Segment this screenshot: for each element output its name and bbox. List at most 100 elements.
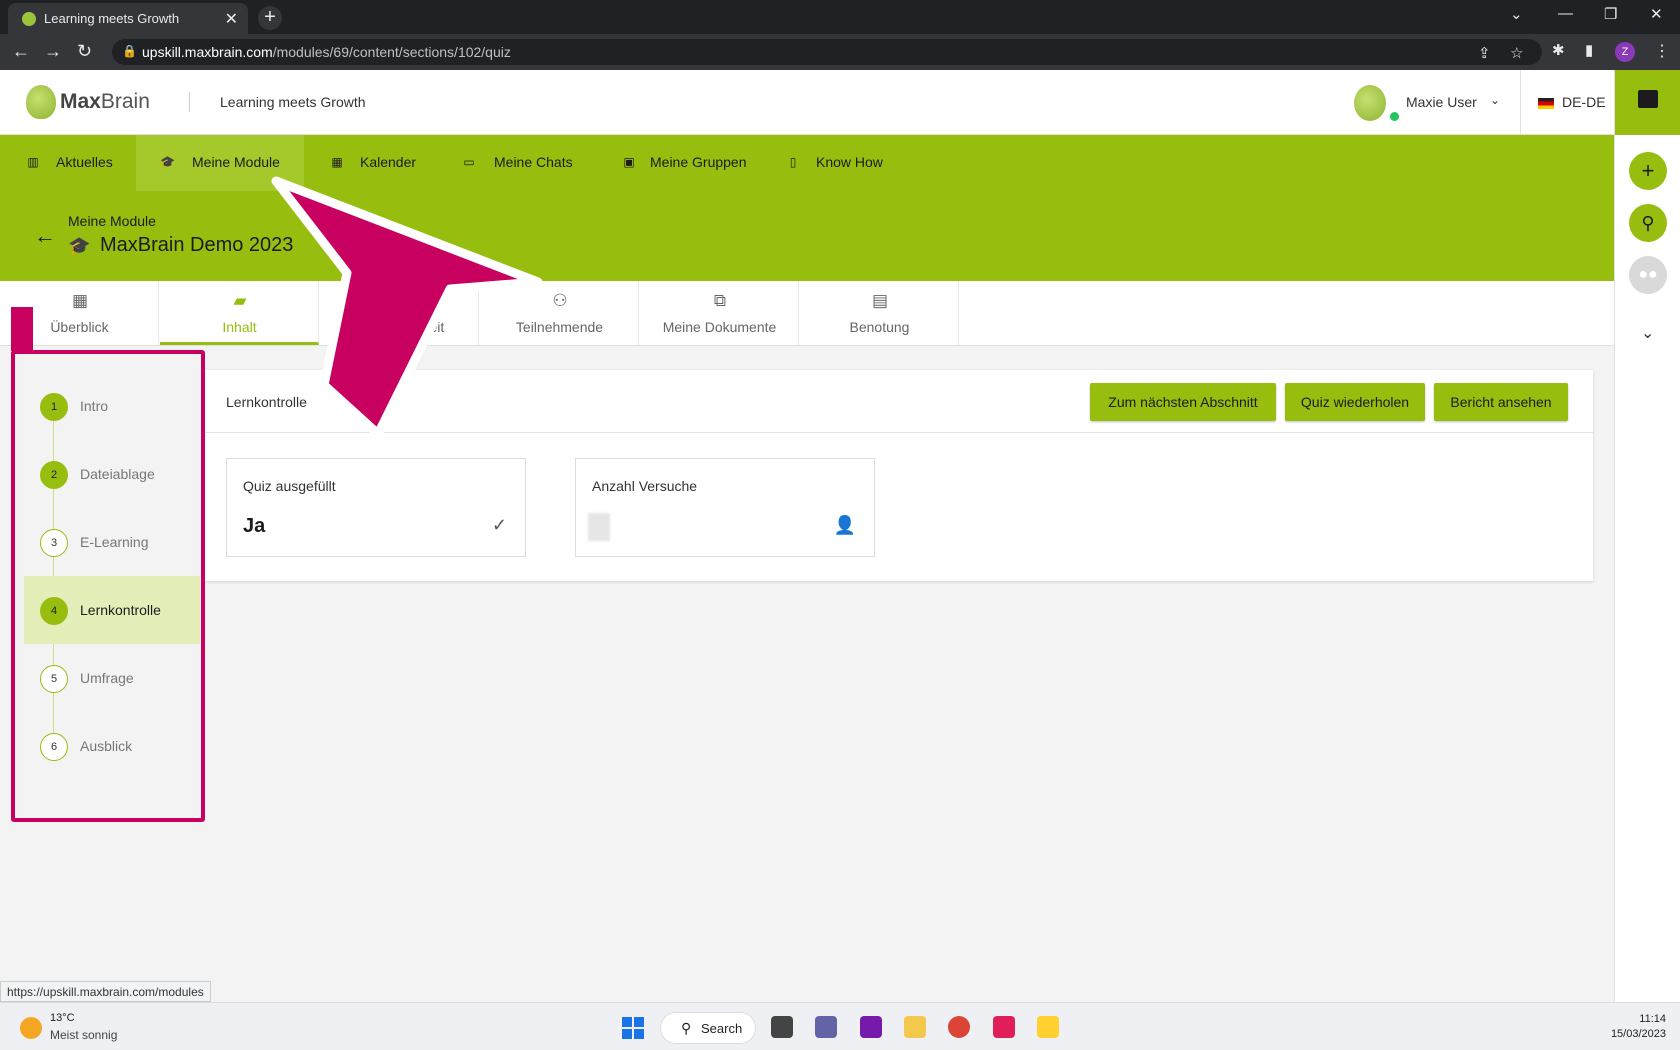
tab-label: Benotung xyxy=(849,319,910,335)
user-name[interactable]: Maxie User xyxy=(1406,94,1477,110)
browser-tab-strip: Learning meets Growth ✕ + ⌄ — ❐ ✕ xyxy=(0,0,1680,34)
back-icon[interactable]: ← xyxy=(12,41,30,62)
back-arrow-icon[interactable]: ← xyxy=(34,223,56,249)
share-icon[interactable]: ⇪ xyxy=(1478,44,1491,62)
quiz-completed-stat: Quiz ausgefüllt Ja ✓ xyxy=(226,458,526,557)
tab-label: Teilnehmende xyxy=(515,319,604,335)
tagline: Learning meets Growth xyxy=(220,94,366,110)
repeat-quiz-button[interactable]: Quiz wiederholen xyxy=(1285,383,1425,421)
annotation-tab xyxy=(11,307,33,351)
windows-start-icon[interactable] xyxy=(622,1017,644,1039)
nav-label: Aktuelles xyxy=(56,154,113,170)
tab-gruppenarbeit[interactable]: ◎ Gruppenarbeit xyxy=(320,281,479,345)
task-view-icon[interactable] xyxy=(771,1016,793,1038)
book-icon: ▯ xyxy=(789,155,797,169)
stat-value: Ja xyxy=(243,515,266,537)
chevron-down-icon[interactable]: ⌄ xyxy=(1490,93,1500,107)
view-report-button[interactable]: Bericht ansehen xyxy=(1434,383,1568,421)
card-header: Lernkontrolle Zum nächsten Abschnitt Qui… xyxy=(205,370,1593,433)
taskbar: 13°C Meist sonnig ⚲ Search 11:14 15/03/2… xyxy=(0,1002,1680,1050)
search-label: Search xyxy=(701,1021,743,1036)
next-section-button[interactable]: Zum nächsten Abschnitt xyxy=(1090,383,1276,421)
temperature: 13°C xyxy=(50,1012,75,1024)
slack-icon[interactable] xyxy=(993,1016,1015,1038)
maximize-icon[interactable]: ❐ xyxy=(1604,5,1617,23)
nav-item-aktuelles[interactable]: ▥ Aktuelles xyxy=(0,135,130,191)
stat-label: Anzahl Versuche xyxy=(592,478,698,494)
avatar[interactable] xyxy=(1354,85,1386,121)
tab-teilnehmende[interactable]: ⚇ Teilnehmende xyxy=(480,281,639,345)
new-tab-button[interactable]: + xyxy=(258,6,282,30)
window-close-icon[interactable]: ✕ xyxy=(1650,5,1663,23)
profile-avatar[interactable]: Z xyxy=(1615,42,1635,62)
nav-label: Know How xyxy=(816,154,883,170)
search-icon: ⚲ xyxy=(681,1020,692,1036)
section-title: Lernkontrolle xyxy=(226,394,307,410)
close-tab-icon[interactable]: ✕ xyxy=(225,9,238,29)
onenote-icon[interactable] xyxy=(860,1016,882,1038)
people-icon: ⚇ xyxy=(552,291,568,310)
nav-item-know-how[interactable]: ▯ Know How xyxy=(776,135,906,191)
favicon-icon xyxy=(22,12,36,26)
chat-toggle-button[interactable] xyxy=(1615,70,1680,135)
module-banner: ← Meine Module 🎓 MaxBrain Demo 2023 xyxy=(0,191,1614,281)
right-rail: + ⚲ ●● ⌄ xyxy=(1614,70,1680,1002)
search-icon[interactable]: ⚲ xyxy=(1629,204,1667,242)
nav-label: Meine Module xyxy=(192,154,280,170)
logo-brain: Brain xyxy=(100,90,150,113)
lock-icon: 🔒 xyxy=(122,44,137,58)
german-flag-icon xyxy=(1538,98,1554,109)
url-path: /modules/69/content/sections/102/quiz xyxy=(272,44,511,60)
teams-icon[interactable] xyxy=(815,1016,837,1038)
browser-tab-title: Learning meets Growth xyxy=(44,11,180,26)
url-text: upskill.maxbrain.com/modules/69/content/… xyxy=(142,44,511,60)
tab-inhalt[interactable]: ▰ Inhalt xyxy=(160,281,319,345)
miro-icon[interactable] xyxy=(1037,1016,1059,1038)
bookmark-star-icon[interactable]: ☆ xyxy=(1510,44,1523,62)
tab-label: Meine Dokumente xyxy=(662,319,777,335)
graduation-cap-icon: 🎓 xyxy=(68,236,91,256)
nav-label: Meine Chats xyxy=(494,154,573,170)
nav-item-meine-chats[interactable]: ▭ Meine Chats xyxy=(452,135,592,191)
chevron-down-icon[interactable]: ⌄ xyxy=(1641,323,1654,343)
tab-search-icon[interactable]: ⌄ xyxy=(1510,5,1523,23)
main-navigation: ▥ Aktuelles 🎓 Meine Module ▦ Kalender ▭ … xyxy=(0,135,1614,191)
reload-icon[interactable]: ↻ xyxy=(77,41,92,62)
nav-label: Kalender xyxy=(360,154,417,170)
nav-item-meine-module[interactable]: 🎓 Meine Module xyxy=(136,135,304,191)
nav-label: Meine Gruppen xyxy=(650,154,747,170)
chat-icon: ▭ xyxy=(463,155,475,169)
groups-icon: ▣ xyxy=(623,155,635,169)
quiz-result-card: Lernkontrolle Zum nächsten Abschnitt Qui… xyxy=(205,370,1593,581)
tab-benotung[interactable]: ▤ Benotung xyxy=(800,281,959,345)
url-host: upskill.maxbrain.com xyxy=(142,44,273,60)
add-button[interactable]: + xyxy=(1629,152,1667,190)
file-explorer-icon[interactable] xyxy=(904,1016,926,1038)
logo-text[interactable]: MaxBrain xyxy=(60,90,150,114)
tab-meine-dokumente[interactable]: ⧉ Meine Dokumente xyxy=(640,281,799,345)
person-icon: 👤 xyxy=(833,515,856,535)
weather-description: Meist sonnig xyxy=(50,1028,118,1042)
weather-sun-icon[interactable] xyxy=(20,1017,42,1039)
module-tabs: ▦ Überblick ▰ Inhalt ◎ Gruppenarbeit ⚇ T… xyxy=(0,281,1614,346)
taskbar-search[interactable]: ⚲ Search xyxy=(660,1012,756,1044)
forward-icon[interactable]: → xyxy=(44,41,62,62)
calendar-icon: ▦ xyxy=(331,155,343,169)
extensions-icon[interactable]: ✱ xyxy=(1552,41,1565,59)
nav-item-kalender[interactable]: ▦ Kalender xyxy=(312,135,432,191)
nav-item-meine-gruppen[interactable]: ▣ Meine Gruppen xyxy=(612,135,762,191)
breadcrumb[interactable]: Meine Module xyxy=(68,213,156,229)
folder-icon: ▰ xyxy=(233,291,247,310)
clock[interactable]: 11:14 15/03/2023 xyxy=(1611,1012,1666,1042)
side-panel-icon[interactable]: ▮ xyxy=(1585,41,1593,59)
browser-tab[interactable]: Learning meets Growth ✕ xyxy=(8,3,248,34)
minimize-icon[interactable]: — xyxy=(1558,5,1573,22)
people-icon[interactable]: ●● xyxy=(1629,256,1667,294)
chrome-icon[interactable] xyxy=(948,1016,970,1038)
group-work-icon: ◎ xyxy=(392,291,408,310)
language-selector[interactable]: DE-DE xyxy=(1562,94,1606,110)
online-status-dot xyxy=(1390,112,1399,121)
address-bar[interactable]: 🔒 upskill.maxbrain.com/modules/69/conten… xyxy=(112,39,1542,65)
check-circle-icon: ✓ xyxy=(491,515,507,535)
menu-icon[interactable]: ⋮ xyxy=(1654,41,1670,61)
